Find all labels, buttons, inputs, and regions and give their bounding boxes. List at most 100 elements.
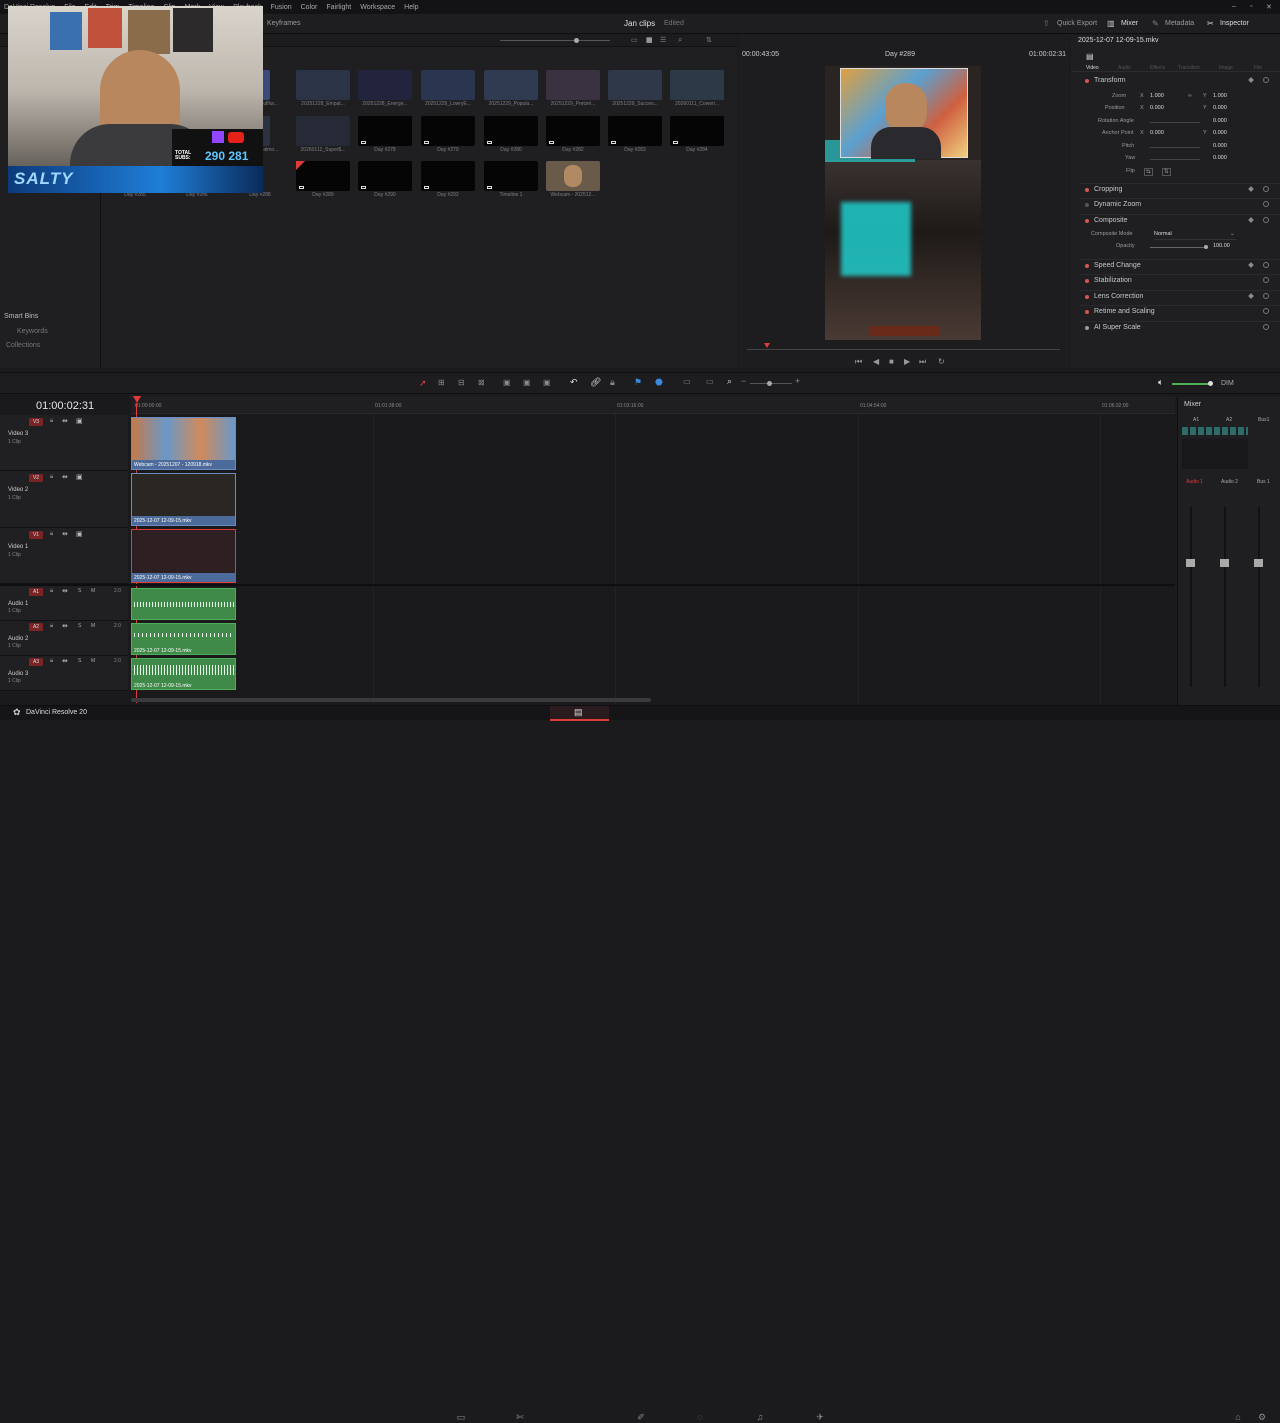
auto-track-icon[interactable]: ⇹ [62,657,68,665]
reset-icon[interactable] [1263,277,1269,283]
reset-icon[interactable] [1263,262,1269,268]
auto-track-icon[interactable]: ⇹ [62,473,68,481]
linked-selection-icon[interactable]: 🔗︎ [590,377,601,388]
insert-clip-icon[interactable]: ▣ [503,378,511,387]
fader-a2[interactable] [1220,559,1229,567]
keyframe-icon[interactable] [1248,186,1254,192]
color-page-icon[interactable]: ◌ [694,1412,706,1422]
clip-thumbnail[interactable]: 20260112_Super$... [296,116,350,153]
master-volume-handle[interactable] [1208,381,1213,386]
lock-icon[interactable]: 🔒︎ [50,623,53,630]
play-icon[interactable]: ▶ [904,357,910,366]
playhead-handle[interactable] [133,396,141,403]
lock-icon[interactable]: 🔒︎ [50,474,53,481]
lock-icon[interactable]: 🔒︎ [50,658,53,665]
clip-thumbnail[interactable]: Day #283 [608,116,662,153]
clip-thumbnail[interactable]: 20260111_Coweri... [670,70,724,107]
enable-dot-icon[interactable] [1085,188,1089,192]
minimize-icon[interactable]: – [1232,3,1236,10]
clip-thumbnail[interactable]: Day #278 [358,116,412,153]
section-composite[interactable]: Composite [1080,214,1280,229]
timeline-clip-a2[interactable]: 2025-12-07 12-09-15.mkv [131,623,236,655]
menu-color[interactable]: Color [301,4,318,11]
trim-tool-icon[interactable]: ⊞ [438,378,445,387]
clip-thumbnail[interactable]: 20251229_Succes... [608,70,662,107]
mixer-icon[interactable]: ▥ [1107,19,1115,28]
section-ai-super-scale[interactable]: AI Super Scale [1080,321,1280,336]
go-to-start-icon[interactable]: ⏮ [855,357,862,367]
fader-a1[interactable] [1186,559,1195,567]
home-icon[interactable]: ⌂ [1232,1412,1244,1422]
clip-thumbnail[interactable]: 20251229_Popula... [484,70,538,107]
deliver-page-icon[interactable]: ✈ [814,1412,826,1422]
zoom-y-field[interactable]: 1.000 [1213,93,1227,99]
clip-thumbnail[interactable]: 20251229_Pretzel... [546,70,600,107]
flag-icon[interactable]: ⚑ [634,377,642,388]
reset-icon[interactable] [1263,293,1269,299]
clip-thumbnail[interactable]: 20251229_LowryE... [421,70,475,107]
rotation-field[interactable]: 0.000 [1213,118,1227,124]
menu-fusion[interactable]: Fusion [271,4,292,11]
track-header-a2[interactable]: A2 🔒︎ ⇹ S M 2.0 Audio 2 1 Clip [0,621,128,656]
enable-dot-icon[interactable] [1085,264,1089,268]
timeline-scrollbar[interactable] [131,698,651,702]
enable-dot-icon[interactable] [1085,279,1089,283]
thumb-size-slider[interactable] [500,40,610,41]
link-icon[interactable]: ∞ [1188,93,1192,99]
clip-thumbnail[interactable]: Day #284 [670,116,724,153]
position-lock-icon[interactable]: 🔒︎ [610,377,615,388]
section-stabilization[interactable]: Stabilization [1080,274,1280,289]
lock-icon[interactable]: 🔒︎ [50,418,53,425]
tab-video[interactable]: Video [1086,65,1099,71]
viewer-clip-name[interactable]: Day #289 [885,51,915,58]
anchor-x-field[interactable]: 0.000 [1150,130,1164,136]
metadata-icon[interactable]: ✎ [1152,19,1159,28]
flip-horizontal-icon[interactable]: ⇆ [1144,168,1153,176]
dim-button[interactable]: DIM [1221,380,1234,387]
chevron-down-icon[interactable]: ⌄ [1230,231,1235,237]
auto-track-icon[interactable]: ⇹ [62,417,68,425]
track-visibility-icon[interactable]: ▣ [76,530,83,538]
metadata-button[interactable]: Metadata [1165,20,1194,27]
keyframe-icon[interactable] [1248,262,1254,268]
track-visibility-icon[interactable]: ▣ [76,473,83,481]
tab-file[interactable]: File [1254,65,1262,71]
thumb-size-handle[interactable] [574,38,579,43]
menu-help[interactable]: Help [404,4,418,11]
thumbnail-view-icon[interactable]: ▦ [646,36,653,44]
zoom-in-icon[interactable]: + [795,376,800,386]
enable-dot-icon[interactable] [1085,310,1089,314]
track-header-a1[interactable]: A1 🔒︎ ⇹ S M 2.0 Audio 1 1 Clip [0,586,128,621]
timeline-clip-v3[interactable]: Webcam - 20251207 - 120918.mkv [131,417,236,470]
fairlight-page-icon[interactable]: ♫ [754,1412,766,1422]
section-speed-change[interactable]: Speed Change [1080,259,1280,274]
solo-button[interactable]: S [78,588,81,594]
yaw-slider[interactable] [1150,159,1200,160]
reset-icon[interactable] [1263,308,1269,314]
fusion-page-icon[interactable]: ✐ [635,1412,647,1422]
track-visibility-icon[interactable]: ▣ [76,417,83,425]
snapping-icon[interactable]: ↶ [570,377,578,388]
maximize-icon[interactable]: ▫ [1250,3,1252,10]
mute-button[interactable]: M [91,588,95,594]
zoom-detail-icon[interactable]: ▭ [706,377,714,386]
lock-icon[interactable]: 🔒︎ [50,588,53,595]
section-retime-scaling[interactable]: Retime and Scaling [1080,305,1280,320]
opacity-slider-handle[interactable] [1204,245,1208,249]
keyframe-icon[interactable] [1248,293,1254,299]
dynamic-trim-icon[interactable]: ⊟ [458,378,465,387]
clip-thumbnail[interactable]: Day #280 [484,116,538,153]
menu-fairlight[interactable]: Fairlight [326,4,351,11]
tab-audio[interactable]: Audio [1118,65,1131,71]
clip-thumbnail[interactable]: Day #292 [421,161,475,198]
clip-thumbnail[interactable]: Day #282 [546,116,600,153]
reset-icon[interactable] [1263,77,1269,83]
rotation-slider[interactable] [1150,122,1200,123]
flip-vertical-icon[interactable]: ⇅ [1162,168,1171,176]
collections-bin[interactable]: Collections [6,342,40,349]
timeline-timecode[interactable]: 01:00:02:31 [36,400,94,412]
clip-thumbnail[interactable]: 20251228_Empat... [296,70,350,107]
fx-slots[interactable] [1182,427,1248,435]
tab-transition[interactable]: Transition [1178,65,1200,71]
reset-icon[interactable] [1263,201,1269,207]
